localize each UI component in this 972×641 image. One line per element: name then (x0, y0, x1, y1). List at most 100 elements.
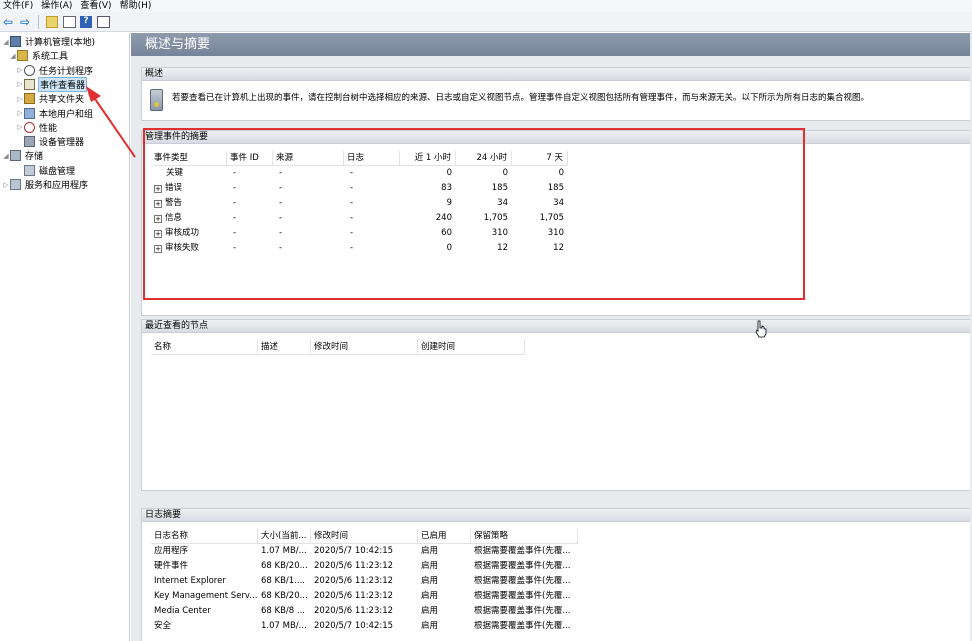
tree-node[interactable]: ▷ 本地用户和组 (16, 107, 94, 120)
table-cell: - (279, 243, 283, 253)
overview-section: 概述 若要查看已在计算机上出现的事件，请在控制台树中选择相应的来源、日志或自定义… (141, 67, 972, 121)
table-cell: - (279, 168, 283, 178)
show-action-pane-button[interactable] (96, 15, 110, 29)
toolbar-separator (38, 14, 39, 29)
table-row[interactable]: Key Management Serv... 68 KB/20... 2020/5/… (151, 589, 578, 604)
hand-cursor-icon (755, 320, 767, 338)
table-row[interactable]: + 警告 - - -9 34 34 (151, 196, 568, 211)
expand-plus-icon[interactable]: + (154, 230, 162, 238)
help-button[interactable]: ? (79, 15, 93, 29)
show-hide-tree-button[interactable] (62, 15, 76, 29)
tree-node[interactable]: ▷ 性能 (16, 121, 58, 134)
tree-node[interactable]: ◢ 存储 (2, 149, 44, 162)
tree-expander-icon[interactable]: ▷ (2, 181, 10, 189)
table-cell: + 错误 (151, 181, 227, 196)
log-summary-title[interactable]: 日志摘要 (142, 509, 971, 522)
table-cell: 根据需要覆盖事件(先覆... (474, 606, 571, 616)
column-header[interactable]: 修改时间 (311, 528, 418, 544)
tree-node[interactable]: ▷ 事件查看器 (16, 76, 88, 92)
tree-expander-icon[interactable]: ◢ (2, 38, 10, 46)
overview-section-title[interactable]: 概述 (142, 68, 971, 81)
back-button[interactable]: ⇦ (1, 15, 15, 29)
table-cell: 2020/5/6 11:23:12 (314, 606, 394, 616)
column-header[interactable]: 大小(当前... (258, 528, 311, 544)
overview-text: 若要查看已在计算机上出现的事件，请在控制台树中选择相应的来源、日志或自定义视图节… (172, 93, 870, 103)
users-icon (24, 107, 35, 119)
tree-expander-icon[interactable]: ▷ (16, 80, 24, 88)
forward-button[interactable]: ⇨ (18, 15, 32, 29)
table-cell: - (233, 213, 237, 223)
tree-node-label: 磁盘管理 (39, 166, 76, 177)
admin-events-summary-section: 管理事件的摘要 事件类型 事件 ID 来源 日志近 1 小时 24 小时 7 天关键 - - -… (141, 130, 972, 316)
tree-node[interactable]: ▷ 任务计划程序 (16, 64, 94, 77)
expand-plus-icon[interactable]: + (154, 200, 162, 208)
table-cell: + 警告 (151, 196, 227, 211)
table-cell: + 审核成功 (151, 226, 227, 241)
column-header[interactable]: 7 天 (512, 150, 568, 166)
column-header[interactable]: 保留策略 (471, 528, 578, 544)
table-row[interactable]: + 错误 - - -83 185 185 (151, 181, 568, 196)
content-body: 概述 若要查看已在计算机上出现的事件，请在控制台树中选择相应的来源、日志或自定义… (131, 56, 972, 641)
expand-plus-icon[interactable]: + (154, 245, 162, 253)
table-cell: 根据需要覆盖事件(先覆... (474, 621, 571, 631)
event-type-label: 信息 (165, 213, 183, 223)
menu-action[interactable]: 操作(A) (38, 0, 77, 12)
menu-file[interactable]: 文件(F) (0, 0, 38, 12)
event-log-icon (150, 89, 163, 111)
column-header[interactable]: 修改时间 (311, 339, 418, 355)
tree-expander-icon[interactable]: ▷ (16, 95, 24, 103)
column-header[interactable]: 事件 ID (227, 150, 273, 166)
expand-plus-icon[interactable]: + (154, 185, 162, 193)
table-row[interactable]: + 审核成功 - - -60 310 310 (151, 226, 568, 241)
table-row[interactable]: 应用程序 1.07 MB/... 2020/5/7 10:42:15 启用 根据需要覆盖… (151, 544, 578, 559)
table-cell: + 审核失败 (151, 241, 227, 256)
table-cell: 34 (497, 198, 508, 208)
admin-events-summary-table: 事件类型 事件 ID 来源 日志近 1 小时 24 小时 7 天关键 - - -0 0 0 + 错误 - -… (151, 150, 568, 256)
table-cell: Key Management Serv... (154, 591, 258, 601)
column-header[interactable]: 已启用 (418, 528, 471, 544)
column-header[interactable]: 日志 (344, 150, 400, 166)
table-cell: Internet Explorer (154, 576, 226, 586)
tree-node[interactable]: 设备管理器 (16, 135, 85, 148)
menu-view[interactable]: 查看(V) (77, 0, 116, 12)
tree-node[interactable]: ◢ 系统工具 (9, 49, 69, 62)
column-header[interactable]: 事件类型 (151, 150, 227, 166)
up-level-button[interactable] (45, 15, 59, 29)
admin-events-summary-title[interactable]: 管理事件的摘要 (142, 131, 971, 144)
expand-plus-icon[interactable]: + (154, 215, 162, 223)
table-row[interactable]: 安全 1.07 MB/... 2020/5/7 10:42:15 启用 根据需要覆盖事件… (151, 619, 578, 634)
tree-expander-icon[interactable]: ▷ (16, 123, 24, 131)
table-row[interactable]: + 信息 - - -240 1,705 1,705 (151, 211, 568, 226)
column-header[interactable]: 日志名称 (151, 528, 258, 544)
column-header[interactable]: 创建时间 (418, 339, 525, 355)
table-row[interactable]: Internet Explorer 68 KB/1.... 2020/5/6 11:… (151, 574, 578, 589)
tree-expander-icon[interactable]: ◢ (2, 152, 10, 160)
table-row[interactable]: + 审核失败 - - -0 12 12 (151, 241, 568, 256)
tree-node[interactable]: ▷ 共享文件夹 (16, 92, 85, 105)
table-row[interactable]: 硬件事件 68 KB/20... 2020/5/6 11:23:12 启用 根据需要覆盖… (151, 559, 578, 574)
table-row[interactable]: 关键 - - - 0 0 0 (151, 166, 568, 181)
table-cell: 240 (435, 213, 452, 223)
column-header[interactable]: 24 小时 (456, 150, 512, 166)
column-header[interactable]: 描述 (258, 339, 311, 355)
tree-expander-icon[interactable]: ◢ (9, 52, 17, 60)
table-cell: - (233, 228, 237, 238)
tree-expander-icon[interactable]: ▷ (16, 66, 24, 74)
tree-node-label: 服务和应用程序 (25, 181, 89, 191)
column-header[interactable]: 近 1 小时 (400, 150, 456, 166)
recent-nodes-title[interactable]: 最近查看的节点 (142, 320, 971, 333)
table-cell: 关键 (151, 166, 227, 181)
up-folder-icon (46, 15, 58, 28)
tree-node[interactable]: ▷ 服务和应用程序 (2, 178, 89, 191)
tree-node[interactable]: ◢ 计算机管理(本地) (2, 35, 96, 48)
device-manager-icon (24, 136, 35, 148)
table-cell: - (279, 183, 283, 193)
tree-expander-icon[interactable]: ▷ (16, 109, 24, 117)
table-cell: - (350, 168, 354, 178)
table-row[interactable]: Media Center 68 KB/8 ... 2020/5/6 11:23:12… (151, 604, 578, 619)
menu-help[interactable]: 帮助(H) (117, 0, 157, 12)
table-cell: 根据需要覆盖事件(先覆... (474, 561, 571, 571)
column-header[interactable]: 名称 (151, 339, 258, 355)
tree-node[interactable]: 磁盘管理 (16, 164, 76, 177)
column-header[interactable]: 来源 (273, 150, 344, 166)
